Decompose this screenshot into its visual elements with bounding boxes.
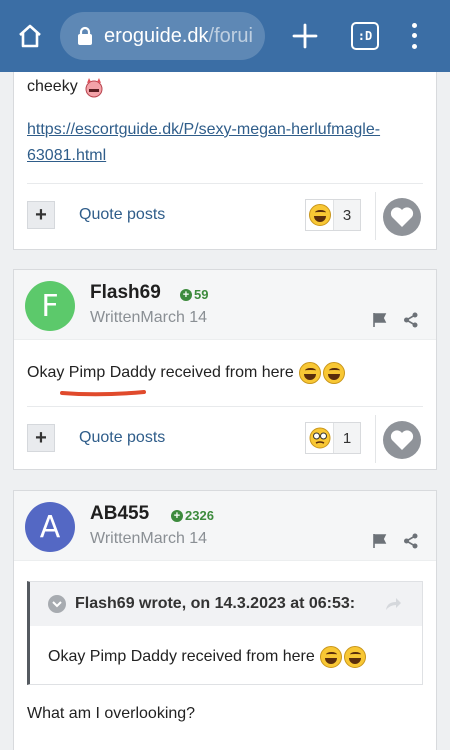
post-date: WrittenMarch 14 — [90, 309, 208, 326]
quote-title: Flash69 wrote, on 14.3.2023 at 06:53: — [75, 595, 356, 612]
grin-emoji-icon — [322, 362, 345, 384]
reputation-count: 59 — [194, 287, 209, 302]
author-name[interactable]: Flash69 — [90, 282, 161, 304]
flag-icon[interactable] — [372, 533, 388, 549]
avatar[interactable]: F — [25, 281, 75, 331]
post-text: Okay Pimp Daddy received from here — [27, 364, 294, 381]
author-name[interactable]: AB455 — [90, 503, 149, 525]
quote-block: Flash69 wrote, on 14.3.2023 at 06:53: Ok… — [27, 581, 423, 685]
quote-body: Okay Pimp Daddy received from here — [30, 626, 422, 684]
escort-profile-link[interactable]: https://escortguide.dk/P/sexy-megan-herl… — [27, 117, 423, 169]
share-icon[interactable] — [403, 533, 419, 549]
heart-icon[interactable] — [383, 198, 421, 236]
multiquote-button[interactable]: + — [27, 201, 55, 229]
plus-circle-icon: + — [180, 288, 192, 301]
quoted-text: Okay Pimp Daddy received from here — [48, 648, 315, 665]
new-tab-icon[interactable] — [289, 20, 321, 52]
browser-toolbar: eroguide.dk/forui :D — [0, 0, 450, 72]
url-path: /forui — [208, 24, 253, 47]
reputation-count: 2326 — [185, 508, 214, 523]
divider — [375, 192, 376, 240]
divider — [375, 415, 376, 463]
lock-icon — [78, 26, 92, 45]
quote-header: Flash69 wrote, on 14.3.2023 at 06:53: — [30, 582, 422, 626]
url-host: eroguide.dk — [104, 24, 209, 47]
link-line-1: https://escortguide.dk/P/sexy-megan-herl… — [27, 121, 381, 138]
reaction-number: 1 — [342, 429, 352, 447]
more-menu-icon[interactable] — [404, 20, 424, 52]
address-bar[interactable]: eroguide.dk/forui — [60, 12, 265, 60]
heart-icon[interactable] — [383, 421, 421, 459]
go-to-post-arrow-icon[interactable] — [384, 596, 402, 612]
link-line-2: 63081.html — [27, 147, 107, 164]
post-card: F Flash69 + 59 WrittenMarch 14 Okay Pimp… — [13, 269, 437, 470]
post-body: cheeky https://escortguide.dk/P/sexy-meg… — [14, 72, 436, 169]
red-underline-annotation — [60, 390, 146, 397]
post-card: A AB455 + 2326 WrittenMarch 14 Flash69 w… — [13, 490, 437, 750]
post-text: cheeky — [27, 78, 78, 95]
plus-circle-icon: + — [171, 509, 183, 522]
reaction-count[interactable]: 3 — [305, 199, 361, 231]
confused-emoji-icon — [306, 423, 334, 453]
flag-icon[interactable] — [372, 312, 388, 328]
grin-emoji-icon — [298, 362, 321, 384]
post-text: What am I overlooking? — [27, 705, 196, 722]
grin-emoji-icon — [319, 646, 342, 668]
post-body: What am I overlooking? — [14, 685, 436, 723]
post-card: cheeky https://escortguide.dk/P/sexy-meg… — [13, 72, 437, 250]
post-header: F Flash69 + 59 WrittenMarch 14 — [14, 270, 436, 340]
reaction-count[interactable]: 1 — [305, 422, 361, 454]
reputation-badge: + 59 — [180, 287, 208, 302]
multiquote-button[interactable]: + — [27, 424, 55, 452]
share-icon[interactable] — [403, 312, 419, 328]
quote-posts-button[interactable]: Quote posts — [79, 206, 165, 224]
laughing-emoji-icon — [306, 200, 334, 230]
post-date: WrittenMarch 14 — [90, 530, 208, 547]
post-footer: + Quote posts 1 — [27, 406, 423, 470]
reputation-badge: + 2326 — [171, 508, 214, 523]
post-footer: + Quote posts 3 — [27, 183, 423, 247]
home-icon[interactable] — [14, 20, 46, 52]
chevron-down-icon[interactable] — [48, 595, 66, 613]
avatar[interactable]: A — [25, 502, 75, 552]
post-header: A AB455 + 2326 WrittenMarch 14 — [14, 491, 436, 561]
url-text: eroguide.dk/forui — [104, 25, 253, 48]
devil-emoji-icon — [85, 78, 103, 98]
grin-emoji-icon — [343, 646, 366, 668]
reaction-number: 3 — [342, 206, 352, 224]
quote-posts-button[interactable]: Quote posts — [79, 429, 165, 447]
tab-switcher-button[interactable]: :D — [351, 22, 379, 50]
